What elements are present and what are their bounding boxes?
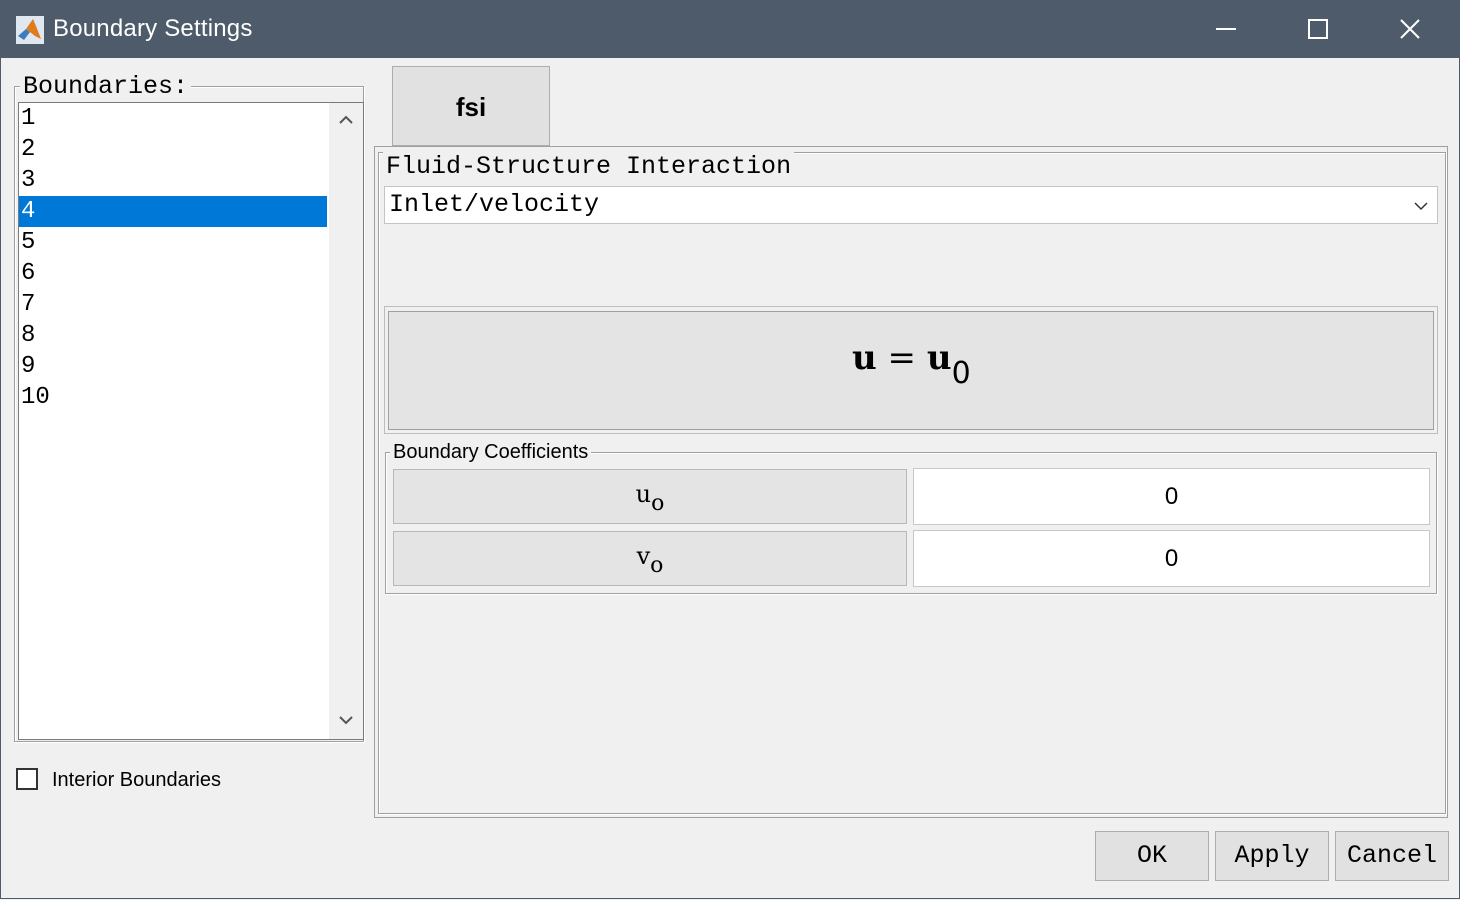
coefficient-sub: o	[651, 491, 665, 516]
coefficient-label-v0: vo	[393, 531, 907, 586]
interior-boundaries-checkbox[interactable]	[16, 768, 38, 790]
tab-fsi[interactable]: fsi	[392, 66, 550, 146]
list-item-selected[interactable]: 4	[19, 196, 327, 227]
equation-lhs: u	[852, 338, 877, 378]
coefficient-name: u	[635, 480, 652, 508]
coefficient-label-u0: uo	[393, 469, 907, 524]
matlab-icon	[16, 16, 44, 44]
physics-legend: Fluid-Structure Interaction	[383, 152, 795, 181]
maximize-button[interactable]	[1272, 0, 1364, 58]
coefficients-legend: Boundary Coefficients	[390, 441, 592, 464]
interior-boundaries-label: Interior Boundaries	[52, 769, 221, 791]
equation-rhs: u	[926, 338, 952, 378]
coefficient-input-u0[interactable]: 0	[913, 468, 1430, 525]
equation-equals: =	[876, 338, 927, 378]
close-button[interactable]	[1364, 0, 1456, 58]
list-scrollbar[interactable]	[329, 103, 363, 739]
boundary-equation: u = u0	[852, 338, 971, 391]
list-item[interactable]: 3	[19, 165, 327, 196]
minimize-icon	[1216, 28, 1236, 30]
minimize-button[interactable]	[1180, 0, 1272, 58]
close-icon	[1400, 19, 1420, 39]
equation-rhs-sub: 0	[951, 356, 971, 391]
coefficient-name: v	[636, 542, 651, 570]
list-item[interactable]: 9	[19, 351, 327, 382]
maximize-icon	[1308, 19, 1328, 39]
list-item[interactable]: 6	[19, 258, 327, 289]
list-item[interactable]: 10	[19, 382, 327, 413]
chevron-down-icon	[1414, 202, 1428, 211]
list-item[interactable]: 8	[19, 320, 327, 351]
list-item[interactable]: 7	[19, 289, 327, 320]
boundaries-list[interactable]: 1 2 3 4 5 6 7 8 9 10	[18, 102, 364, 740]
boundary-type-value: Inlet/velocity	[389, 190, 600, 219]
ok-button[interactable]: OK	[1095, 831, 1209, 881]
list-item[interactable]: 5	[19, 227, 327, 258]
list-item[interactable]: 2	[19, 134, 327, 165]
window-title: Boundary Settings	[53, 15, 253, 42]
dropdown-arrow[interactable]	[1403, 187, 1437, 223]
chevron-down-icon[interactable]	[339, 715, 353, 725]
apply-button[interactable]: Apply	[1215, 831, 1329, 881]
list-item[interactable]: 1	[19, 103, 327, 134]
title-bar: Boundary Settings	[0, 0, 1460, 58]
coefficient-input-v0[interactable]: 0	[913, 530, 1430, 587]
boundaries-legend: Boundaries:	[20, 72, 192, 101]
chevron-up-icon[interactable]	[339, 115, 353, 125]
coefficient-sub: o	[650, 553, 664, 578]
boundary-type-dropdown[interactable]: Inlet/velocity	[384, 186, 1438, 224]
cancel-button[interactable]: Cancel	[1335, 831, 1449, 881]
